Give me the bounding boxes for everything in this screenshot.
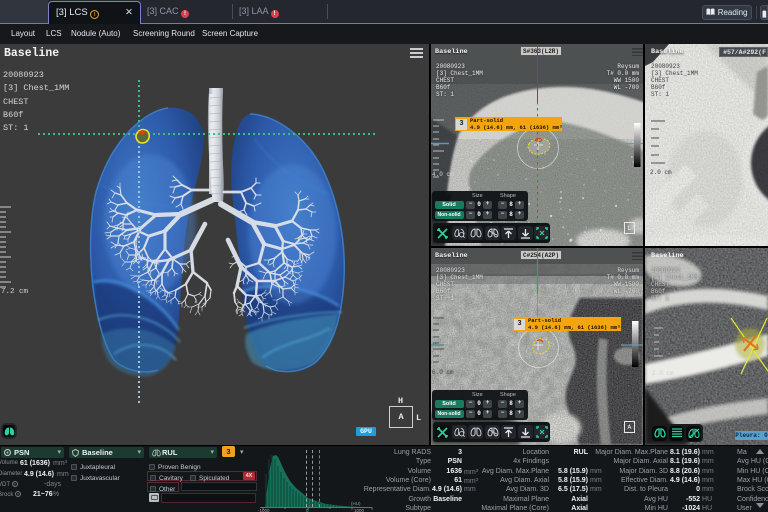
svg-text:0: 0 [306,508,309,512]
svg-text:-1000: -1000 [258,508,270,512]
